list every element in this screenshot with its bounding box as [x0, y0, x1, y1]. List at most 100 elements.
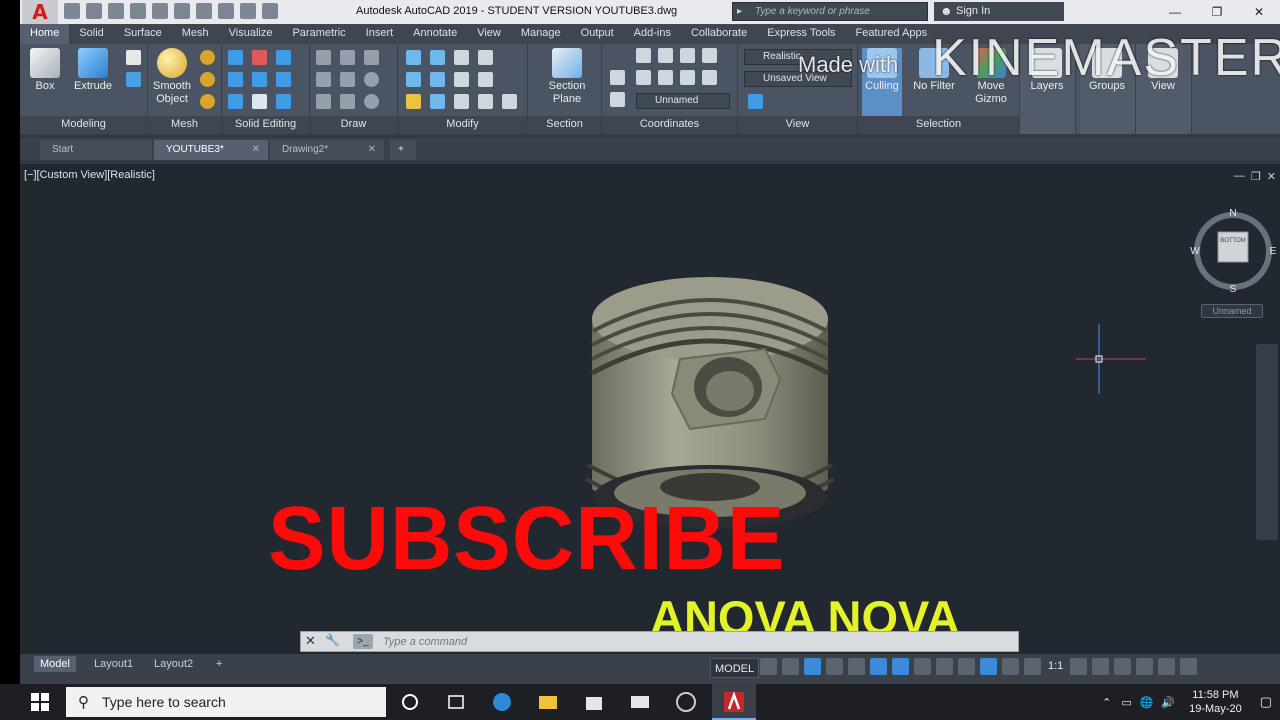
arc-icon[interactable]	[364, 50, 379, 65]
ucs-world-icon[interactable]	[636, 48, 651, 63]
separate-icon[interactable]	[228, 94, 243, 109]
close-tab-icon[interactable]: ✕	[252, 140, 260, 160]
tab-parametric[interactable]: Parametric	[282, 24, 355, 44]
file-explorer-icon[interactable]	[536, 690, 560, 714]
ucs-icon-settings-icon[interactable]	[610, 70, 625, 85]
edge-browser-icon[interactable]	[490, 690, 514, 714]
maximize-button[interactable]: ❐	[1196, 0, 1238, 24]
compass-south[interactable]: S	[1230, 284, 1237, 294]
application-menu-button[interactable]: A	[22, 0, 58, 24]
offset-icon[interactable]	[478, 94, 493, 109]
cortana-icon[interactable]	[398, 690, 422, 714]
ucs-menu[interactable]: Unnamed	[1201, 304, 1263, 318]
autocad-taskbar-button[interactable]	[712, 684, 756, 720]
volume-icon[interactable]: 🔊	[1157, 696, 1179, 709]
units-icon[interactable]	[1114, 658, 1132, 675]
extract-edges-icon[interactable]	[276, 72, 291, 87]
grid-icon[interactable]	[760, 658, 777, 675]
windows-start-icon[interactable]	[30, 692, 50, 712]
3d-array-icon[interactable]	[430, 94, 445, 109]
polysolid-icon[interactable]	[126, 50, 141, 65]
tab-visualize[interactable]: Visualize	[219, 24, 283, 44]
3d-rotate-icon[interactable]	[430, 50, 445, 65]
polar-icon[interactable]	[826, 658, 843, 675]
modify-label[interactable]: Modify	[398, 116, 527, 134]
save-as-icon[interactable]	[130, 3, 146, 19]
compass-north[interactable]: N	[1229, 208, 1236, 219]
new-file-icon[interactable]	[64, 3, 80, 19]
smooth-object-button[interactable]: Smooth Object	[148, 48, 196, 106]
layout-tab-layout2[interactable]: Layout2	[148, 656, 199, 672]
tab-collaborate[interactable]: Collaborate	[681, 24, 757, 44]
fillet-icon[interactable]	[478, 72, 493, 87]
store-icon[interactable]	[582, 690, 606, 714]
action-center-icon[interactable]: ▢	[1252, 694, 1280, 710]
section-plane-button[interactable]: Section Plane	[542, 48, 592, 106]
ucs-origin-icon[interactable]	[680, 48, 695, 63]
tab-mesh[interactable]: Mesh	[172, 24, 219, 44]
layout-tab-layout1[interactable]: Layout1	[88, 656, 139, 672]
intersect-icon[interactable]	[228, 72, 243, 87]
viewcube[interactable]: BOTTOM N S E W	[1190, 208, 1276, 294]
view-label[interactable]: View	[738, 116, 857, 134]
tab-add-ins[interactable]: Add-ins	[624, 24, 681, 44]
edit-pencil-icon[interactable]	[406, 94, 421, 109]
media-player-icon[interactable]	[674, 690, 698, 714]
tab-annotate[interactable]: Annotate	[403, 24, 467, 44]
plot-icon[interactable]	[174, 3, 190, 19]
smooth-more-icon[interactable]	[200, 50, 215, 65]
shell-icon[interactable]	[252, 94, 267, 109]
minimize-viewport-icon[interactable]: —	[1234, 170, 1245, 183]
file-tab-drawing2[interactable]: Drawing2* ✕	[270, 140, 384, 160]
new-tab-button[interactable]: +	[390, 140, 416, 160]
lineweight-icon[interactable]	[914, 658, 931, 675]
extrude-button[interactable]: Extrude	[70, 48, 116, 93]
presspull-icon[interactable]	[126, 72, 141, 87]
section-label[interactable]: Section	[528, 116, 601, 134]
circle-icon[interactable]	[364, 72, 379, 87]
file-tab-youtube3[interactable]: YOUTUBE3* ✕	[154, 140, 268, 160]
command-prompt-icon[interactable]: >_	[353, 634, 373, 649]
tab-express-tools[interactable]: Express Tools	[757, 24, 845, 44]
scale-icon[interactable]	[454, 94, 469, 109]
taskbar-clock[interactable]: 11:58 PM 19-May-20	[1179, 688, 1252, 716]
restore-viewport-icon[interactable]: ❐	[1251, 170, 1261, 183]
quick-properties-icon[interactable]	[1136, 658, 1154, 675]
ucs-z-icon[interactable]	[658, 70, 673, 85]
mesh-label[interactable]: Mesh	[148, 116, 221, 134]
line-icon[interactable]	[340, 50, 355, 65]
polygon-icon[interactable]	[316, 94, 331, 109]
close-tab-icon[interactable]: ✕	[368, 140, 376, 160]
polyline-icon[interactable]	[316, 50, 331, 65]
ucs-named-icon[interactable]	[610, 92, 625, 107]
undo-icon[interactable]	[218, 3, 234, 19]
taskbar-search-box[interactable]: ⚲ Type here to search	[66, 687, 386, 717]
annotation-scale[interactable]: 1:1	[1046, 658, 1065, 675]
annotation-monitor-icon[interactable]	[1092, 658, 1110, 675]
layout-tab-model[interactable]: Model	[34, 656, 76, 672]
slice-icon[interactable]	[252, 72, 267, 87]
move-icon[interactable]	[454, 50, 469, 65]
navigation-bar[interactable]	[1256, 344, 1278, 540]
solid-editing-label[interactable]: Solid Editing	[222, 116, 309, 134]
3d-align-icon[interactable]	[406, 72, 421, 87]
interfere-icon[interactable]	[276, 50, 291, 65]
battery-icon[interactable]: ▭	[1117, 696, 1135, 709]
file-tab-start[interactable]: Start	[40, 140, 152, 160]
selection-label[interactable]: Selection	[858, 116, 1019, 134]
3d-mirror-icon[interactable]	[430, 72, 445, 87]
object-snap-icon[interactable]	[892, 658, 909, 675]
ucs-y-icon[interactable]	[636, 70, 651, 85]
tab-solid[interactable]: Solid	[69, 24, 113, 44]
close-viewport-icon[interactable]: ✕	[1267, 170, 1276, 183]
save-icon[interactable]	[108, 3, 124, 19]
workspace-gear-icon[interactable]	[1070, 658, 1088, 675]
tab-view[interactable]: View	[467, 24, 511, 44]
ucs-object-icon[interactable]	[702, 70, 717, 85]
3d-move-icon[interactable]	[406, 50, 421, 65]
isolate-objects-icon[interactable]	[1158, 658, 1176, 675]
customize-qat-chevron-icon[interactable]	[262, 3, 278, 19]
refine-mesh-icon[interactable]	[200, 94, 215, 109]
offset-edge-icon[interactable]	[276, 94, 291, 109]
ucs-combo[interactable]: Unnamed	[636, 93, 730, 109]
